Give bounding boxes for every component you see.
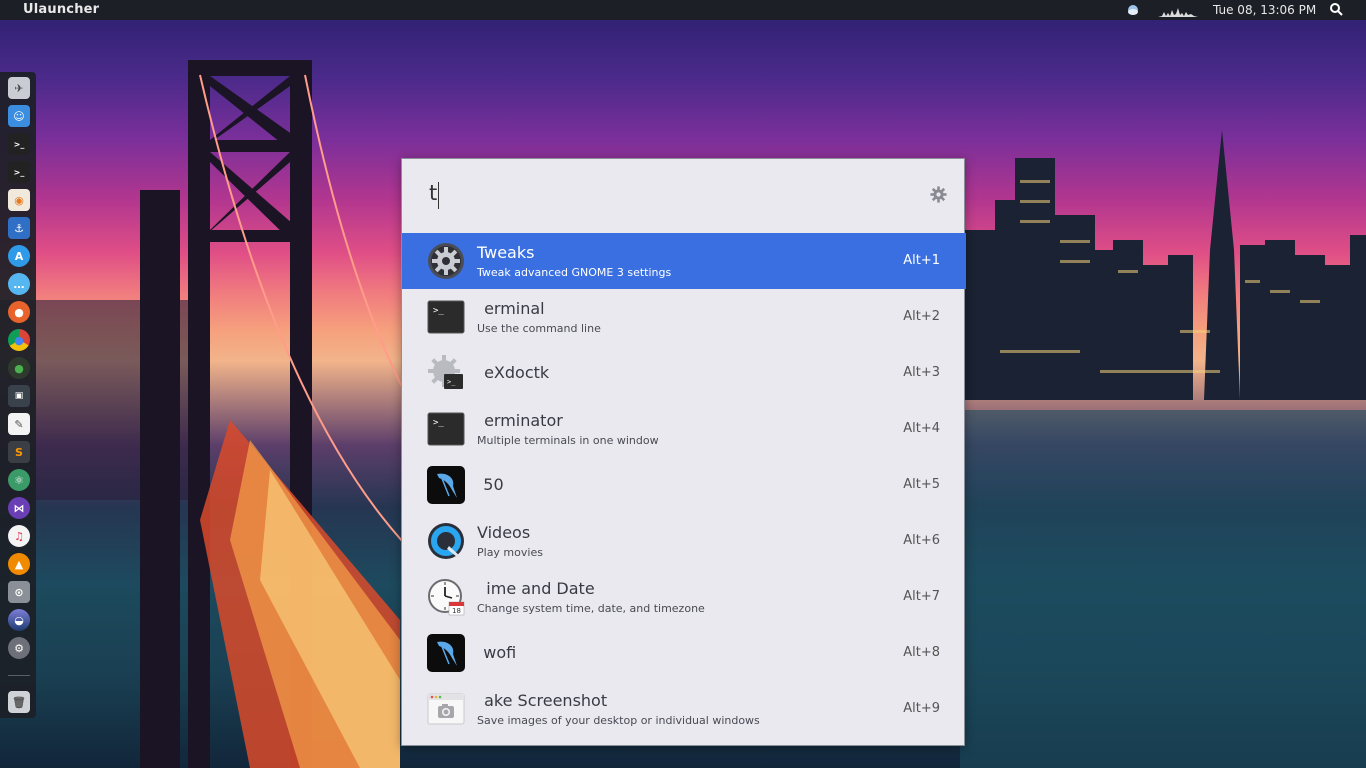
rocket-app-icon[interactable]: ⚓ [8, 217, 30, 239]
gear-icon[interactable] [930, 186, 947, 203]
system-monitor-graph[interactable] [1158, 4, 1198, 17]
result-shortcut: Alt+1 [903, 253, 940, 268]
finder-icon[interactable]: ☺ [8, 105, 30, 127]
search-icon[interactable] [1329, 2, 1343, 16]
result-description: Multiple terminals in one window [477, 434, 659, 447]
text-editor-icon[interactable]: ✎ [8, 413, 30, 435]
ulauncher-window: t Tweaks Tweak advanced GNOME 3 settings… [401, 158, 966, 746]
result-name: TeXdoctk [477, 363, 550, 382]
tweaks-gear-icon [428, 243, 464, 279]
itunes-icon[interactable]: ♫ [8, 525, 30, 547]
result-shortcut: Alt+8 [903, 645, 940, 660]
weather-icon[interactable] [1127, 4, 1139, 16]
atom-icon[interactable]: ⚛ [8, 469, 30, 491]
texdoctk-gear-terminal-icon: >_ [428, 355, 463, 389]
settings-icon[interactable]: ⚙ [8, 637, 30, 659]
top-panel: Ulauncher Tue 08, 13:06 PM [0, 0, 1366, 20]
svg-text:>_: >_ [447, 378, 456, 386]
app-store-icon[interactable]: A [8, 245, 30, 267]
dock: ✈ ☺ >_ >_ ◉ ⚓ A … ● ● ● ▣ ✎ S ⚛ ⋈ ♫ ▲ ⊙ … [0, 72, 36, 718]
result-name: Terminal [477, 299, 545, 318]
result-item-t50[interactable]: t50 Alt+5 [402, 457, 966, 513]
result-description: Change system time, date, and timezone [477, 602, 705, 615]
result-item-terminator[interactable]: >_ Terminator Multiple terminals in one … [402, 401, 966, 457]
svg-text:>_: >_ [433, 418, 444, 428]
launchpad-rocket-icon[interactable]: ✈ [8, 77, 30, 99]
result-shortcut: Alt+2 [903, 309, 940, 324]
result-name: Tweaks [477, 243, 535, 262]
sublime-text-icon[interactable]: S [8, 441, 30, 463]
result-item-terminal[interactable]: >_ Terminal Use the command line Alt+2 [402, 289, 966, 345]
clock[interactable]: Tue 08, 13:06 PM [1213, 3, 1316, 17]
result-name: twofi [477, 643, 517, 662]
text-caret [438, 182, 439, 209]
result-item-time-and-date[interactable]: 18 Time and Date Change system time, dat… [402, 569, 966, 625]
svg-text:18: 18 [452, 607, 461, 615]
result-name: Videos [477, 523, 531, 542]
result-shortcut: Alt+9 [903, 701, 940, 716]
result-name: Time and Date [477, 579, 595, 598]
result-name: t50 [477, 475, 504, 494]
kali-dragon-icon [427, 466, 465, 504]
chrome-icon[interactable]: ● [8, 329, 30, 351]
disk-utility-icon[interactable]: ⊙ [8, 581, 30, 603]
result-item-videos[interactable]: Videos Play movies Alt+6 [402, 513, 966, 569]
terminal-icon: >_ [427, 300, 465, 334]
result-description: Use the command line [477, 322, 601, 335]
screensaver-icon[interactable]: ◒ [8, 609, 30, 631]
result-item-twofi[interactable]: twofi Alt+8 [402, 625, 966, 681]
firefox-icon[interactable]: ● [8, 301, 30, 323]
screenshot-camera-icon [427, 693, 465, 725]
active-app-title[interactable]: Ulauncher [23, 2, 99, 17]
result-shortcut: Alt+6 [903, 533, 940, 548]
search-input[interactable]: t [429, 181, 437, 205]
quicktime-icon [428, 523, 464, 559]
terminal-icon[interactable]: >_ [8, 133, 30, 155]
result-name: Take Screenshot [477, 691, 608, 710]
green-circle-app-icon[interactable]: ● [8, 357, 30, 379]
clock-calendar-icon: 18 [428, 579, 465, 616]
terminal-icon: >_ [427, 412, 465, 446]
result-shortcut: Alt+7 [903, 589, 940, 604]
result-item-texdoctk[interactable]: >_ TeXdoctk Alt+3 [402, 345, 966, 401]
result-description: Save images of your desktop or individua… [477, 714, 760, 727]
result-shortcut: Alt+5 [903, 477, 940, 492]
vlc-icon[interactable]: ▲ [8, 553, 30, 575]
terminal-icon[interactable]: >_ [8, 161, 30, 183]
dock-separator [8, 675, 30, 676]
kali-dragon-icon [427, 634, 465, 672]
result-item-tweaks[interactable]: Tweaks Tweak advanced GNOME 3 settings A… [402, 233, 966, 289]
result-shortcut: Alt+3 [903, 365, 940, 380]
image-viewer-icon[interactable]: ▣ [8, 385, 30, 407]
result-description: Play movies [477, 546, 543, 559]
rss-feed-icon[interactable]: ◉ [8, 189, 30, 211]
result-item-take-screenshot[interactable]: Take Screenshot Save images of your desk… [402, 681, 966, 737]
trash-icon[interactable]: 🗑 [8, 691, 30, 713]
messages-icon[interactable]: … [8, 273, 30, 295]
result-shortcut: Alt+4 [903, 421, 940, 436]
result-name: Terminator [477, 411, 563, 430]
svg-text:>_: >_ [433, 306, 444, 316]
results-list: Tweaks Tweak advanced GNOME 3 settings A… [402, 233, 966, 737]
visual-studio-icon[interactable]: ⋈ [8, 497, 30, 519]
result-description: Tweak advanced GNOME 3 settings [477, 266, 672, 279]
